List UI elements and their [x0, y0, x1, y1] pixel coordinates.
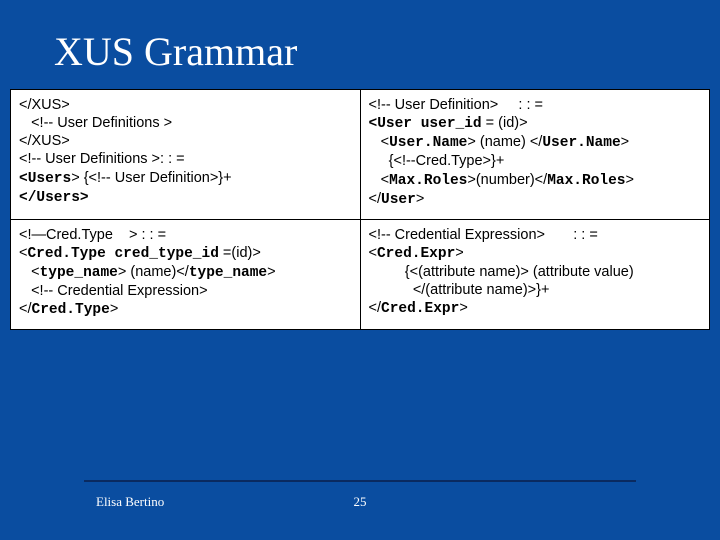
grammar-table: </XUS> <!-- User Definitions ></XUS><!--…: [10, 89, 710, 330]
footer-author: Elisa Bertino: [96, 494, 164, 510]
slide: XUS Grammar </XUS> <!-- User Definitions…: [0, 0, 720, 540]
table-row: </XUS> <!-- User Definitions ></XUS><!--…: [11, 90, 710, 220]
cell-r1c1: <!-- Credential Expression> : : =<Cred.E…: [360, 219, 710, 330]
footer-page-number: 25: [354, 494, 367, 510]
cell-r1c0: <!—Cred.Type > : : =<Cred.Type cred_type…: [11, 219, 361, 330]
footer-rule: [84, 480, 636, 482]
cell-r0c1: <!-- User Definition> : : =<User user_id…: [360, 90, 710, 220]
table-row: <!—Cred.Type > : : =<Cred.Type cred_type…: [11, 219, 710, 330]
slide-title: XUS Grammar: [0, 0, 720, 89]
cell-r0c0: </XUS> <!-- User Definitions ></XUS><!--…: [11, 90, 361, 220]
